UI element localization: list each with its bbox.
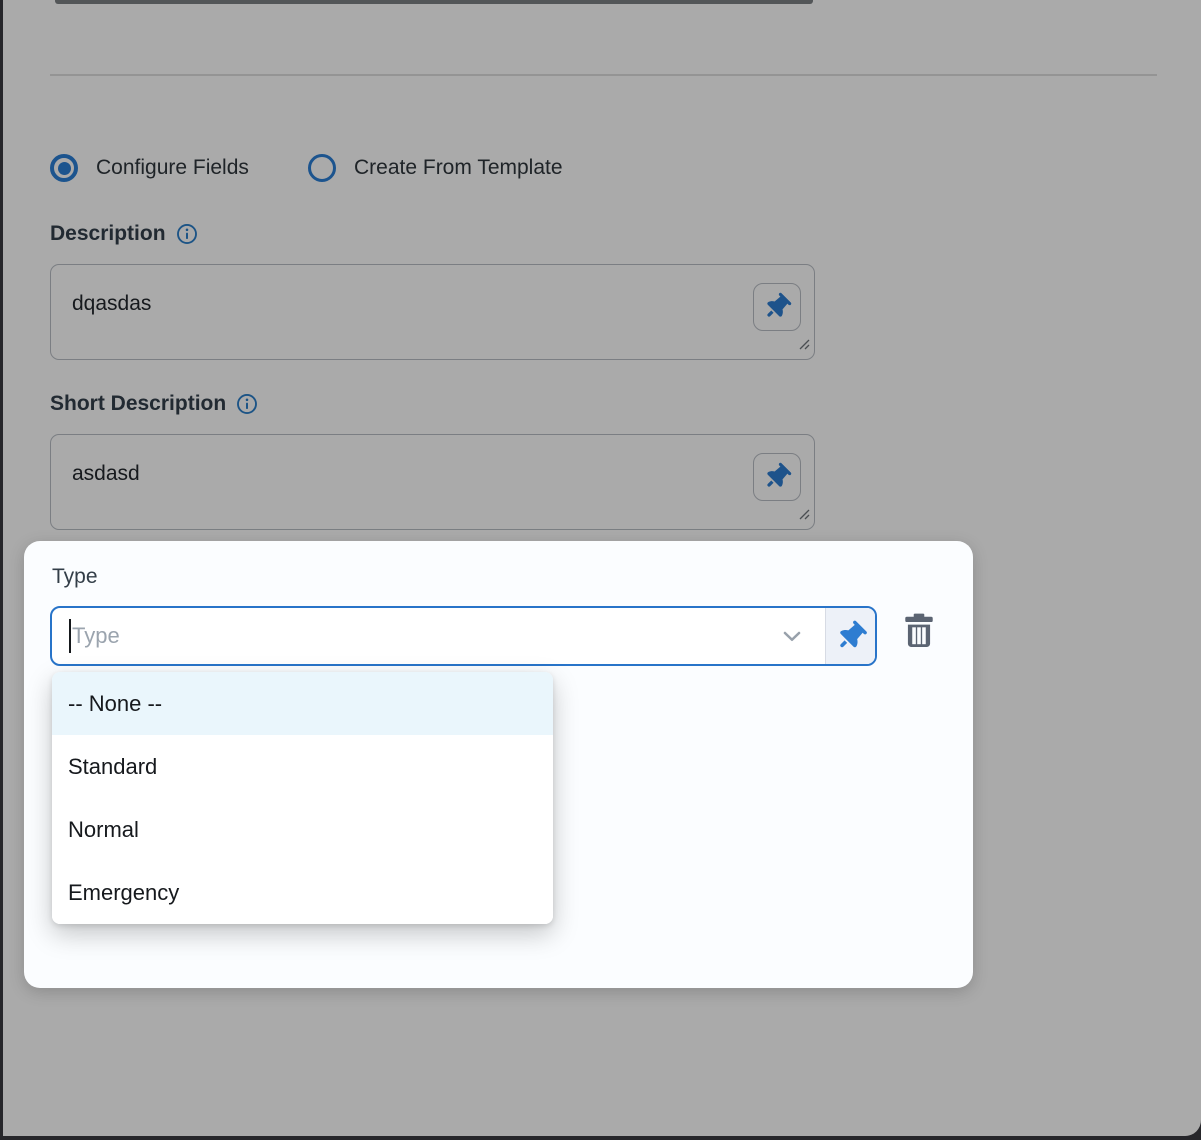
radio-unselected-icon bbox=[308, 154, 336, 182]
type-placeholder: Type bbox=[72, 623, 120, 649]
info-icon[interactable] bbox=[176, 223, 198, 245]
type-field-spotlight-card: Type Type -- None -- Standard bbox=[24, 541, 973, 988]
section-divider bbox=[50, 74, 1157, 76]
description-label-row: Description bbox=[50, 222, 198, 246]
radio-option-configure-fields[interactable]: Configure Fields bbox=[50, 154, 249, 182]
chevron-down-icon[interactable] bbox=[759, 608, 825, 664]
radio-selected-icon bbox=[50, 154, 78, 182]
short-description-label: Short Description bbox=[50, 392, 226, 416]
short-description-label-row: Short Description bbox=[50, 392, 258, 416]
description-value: dqasdas bbox=[72, 292, 151, 316]
radio-label: Create From Template bbox=[354, 156, 563, 180]
short-description-textarea[interactable]: asdasd bbox=[50, 434, 815, 530]
pin-button[interactable] bbox=[753, 453, 801, 501]
dropdown-option-emergency[interactable]: Emergency bbox=[52, 861, 553, 924]
type-combobox-input[interactable]: Type bbox=[52, 608, 759, 664]
type-combobox: Type bbox=[50, 606, 877, 666]
resize-handle-icon[interactable] bbox=[798, 507, 810, 525]
radio-label: Configure Fields bbox=[96, 156, 249, 180]
dropdown-option-standard[interactable]: Standard bbox=[52, 735, 553, 798]
dropdown-option-none[interactable]: -- None -- bbox=[52, 672, 553, 735]
description-label: Description bbox=[50, 222, 166, 246]
radio-option-create-from-template[interactable]: Create From Template bbox=[308, 154, 563, 182]
description-textarea[interactable]: dqasdas bbox=[50, 264, 815, 360]
short-description-value: asdasd bbox=[72, 462, 140, 486]
type-dropdown-list: -- None -- Standard Normal Emergency bbox=[52, 672, 553, 924]
type-label: Type bbox=[52, 565, 98, 589]
resize-handle-icon[interactable] bbox=[798, 337, 810, 355]
pin-button[interactable] bbox=[825, 608, 875, 664]
trash-icon[interactable] bbox=[900, 611, 938, 651]
dropdown-option-normal[interactable]: Normal bbox=[52, 798, 553, 861]
pin-button[interactable] bbox=[753, 283, 801, 331]
info-icon[interactable] bbox=[236, 393, 258, 415]
text-cursor bbox=[69, 619, 71, 653]
cropped-field-bottom-border bbox=[55, 0, 813, 4]
